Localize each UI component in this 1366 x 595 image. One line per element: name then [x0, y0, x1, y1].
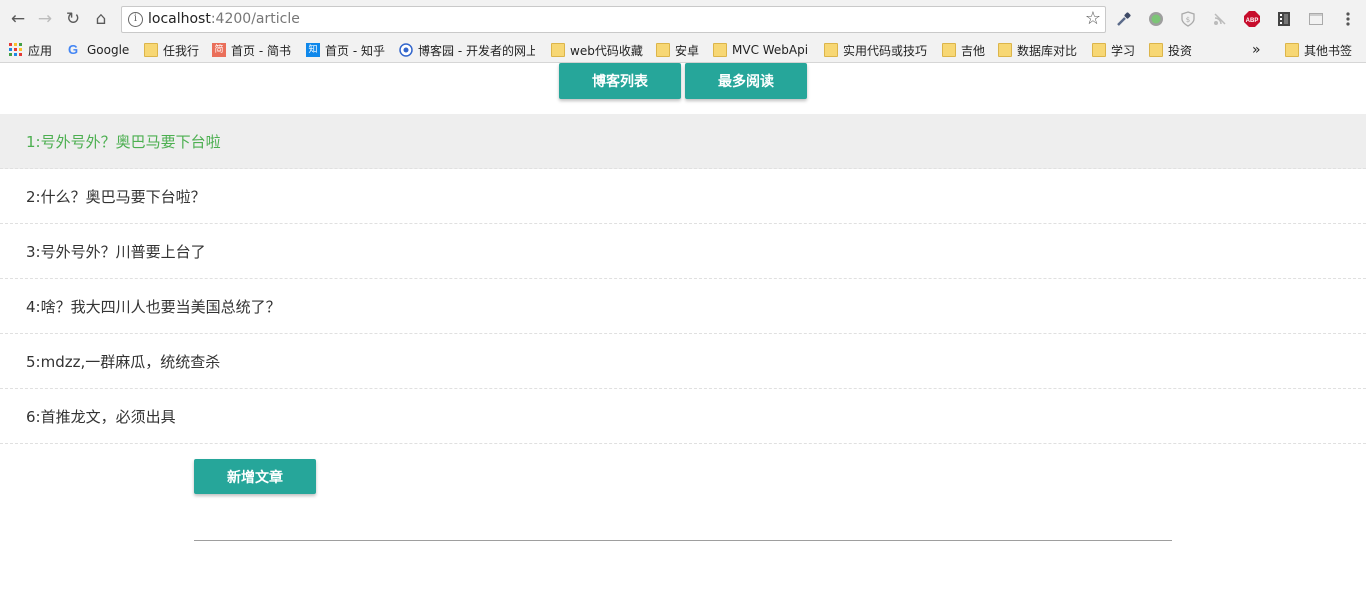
bookmark-label: 博客园 - 开发者的网上 [418, 43, 535, 58]
bookmark-label: 数据库对比 [1017, 43, 1078, 58]
bookmark-label: 学习 [1111, 43, 1136, 58]
most-read-button[interactable]: 最多阅读 [685, 63, 807, 99]
bookmark-label: MVC WebApi [732, 43, 809, 57]
folder-icon [1092, 43, 1106, 57]
bookmarks-overflow-icon[interactable]: » [1252, 40, 1261, 60]
jianshu-icon: 简 [212, 43, 226, 57]
article-list-item[interactable]: 5:mdzz,一群麻瓜，统统查杀 [0, 334, 1366, 389]
bookmark-folder[interactable]: 数据库对比 [998, 40, 1077, 60]
bookmark-label: web代码收藏 [570, 43, 643, 58]
info-icon[interactable]: i [128, 12, 143, 27]
film-strip-icon[interactable] [1275, 10, 1293, 28]
folder-icon [144, 43, 158, 57]
bookmark-label: 实用代码或技巧 [843, 43, 928, 58]
cnblogs-icon [399, 43, 413, 57]
back-icon[interactable]: ← [7, 8, 29, 30]
bookmark-google[interactable]: G Google [68, 40, 129, 60]
eyedropper-icon[interactable] [1115, 10, 1133, 28]
article-list-item[interactable]: 6:首推龙文，必须出具 [0, 389, 1366, 444]
bookmark-zhihu[interactable]: 知 首页 - 知乎 [306, 40, 385, 60]
browser-toolbar: ← → ↻ ⌂ i localhost:4200/article ☆ $ ABP [0, 0, 1366, 38]
bookmark-folder[interactable]: MVC WebApi [713, 40, 808, 60]
bookmark-folder[interactable]: 实用代码或技巧 [824, 40, 927, 60]
folder-icon [824, 43, 838, 57]
zhihu-icon: 知 [306, 43, 320, 57]
shield-icon[interactable]: $ [1179, 10, 1197, 28]
bookmark-folder[interactable]: 投资 [1149, 40, 1192, 60]
bookmark-apps[interactable]: 应用 [9, 40, 52, 60]
forward-icon[interactable]: → [34, 8, 56, 30]
bookmark-label: 首页 - 知乎 [325, 43, 385, 58]
abp-text: ABP [1246, 18, 1259, 24]
divider [194, 540, 1172, 541]
bookmark-folder[interactable]: web代码收藏 [551, 40, 643, 60]
article-list: 1:号外号外？奥巴马要下台啦 2:什么？奥巴马要下台啦？ 3:号外号外？川普要上… [0, 114, 1366, 444]
feed-icon[interactable] [1211, 10, 1229, 28]
article-list-item[interactable]: 4:啥？我大四川人也要当美国总统了？ [0, 279, 1366, 334]
home-icon[interactable]: ⌂ [90, 8, 112, 30]
bookmark-jianshu[interactable]: 简 首页 - 简书 [212, 40, 291, 60]
bookmark-label: 任我行 [163, 43, 200, 58]
blog-list-button[interactable]: 博客列表 [559, 63, 681, 99]
bookmark-label: Google [87, 43, 130, 57]
article-list-item[interactable]: 2:什么？奥巴马要下台啦？ [0, 169, 1366, 224]
folder-icon [713, 43, 727, 57]
menu-kebab-icon[interactable] [1339, 10, 1357, 28]
bookmark-folder[interactable]: 安卓 [656, 40, 699, 60]
google-icon: G [68, 42, 79, 57]
folder-icon [942, 43, 956, 57]
bookmark-label: 首页 - 简书 [231, 43, 291, 58]
reload-icon[interactable]: ↻ [62, 8, 84, 30]
article-list-item[interactable]: 3:号外号外？川普要上台了 [0, 224, 1366, 279]
bookmark-cnblogs[interactable]: 博客园 - 开发者的网上 [399, 40, 535, 60]
green-dot-extension-icon[interactable] [1147, 10, 1165, 28]
folder-icon [1149, 43, 1163, 57]
layout-icon[interactable] [1307, 10, 1325, 28]
article-list-item[interactable]: 1:号外号外？奥巴马要下台啦 [0, 114, 1366, 169]
other-bookmarks[interactable]: 其他书签 [1285, 40, 1352, 60]
bookmark-label: 应用 [28, 43, 53, 58]
bookmark-star-icon[interactable]: ☆ [1085, 8, 1101, 29]
address-url[interactable]: localhost:4200/article [148, 11, 300, 27]
bookmarks-bar: 应用 G Google 任我行 简 首页 - 简书 知 首页 - 知乎 博客园 … [0, 38, 1366, 63]
bookmark-label: 安卓 [675, 43, 700, 58]
address-bar[interactable]: i localhost:4200/article ☆ [121, 6, 1106, 33]
folder-icon [656, 43, 670, 57]
bookmark-folder[interactable]: 吉他 [942, 40, 985, 60]
bookmark-label: 其他书签 [1304, 43, 1353, 58]
bookmark-folder[interactable]: 学习 [1092, 40, 1135, 60]
svg-text:$: $ [1186, 16, 1190, 24]
adblock-plus-icon[interactable]: ABP [1243, 10, 1261, 28]
apps-grid-icon [9, 43, 23, 57]
folder-icon [551, 43, 565, 57]
bookmark-label: 吉他 [961, 43, 986, 58]
bookmark-label: 投资 [1168, 43, 1193, 58]
folder-icon [998, 43, 1012, 57]
add-article-button[interactable]: 新增文章 [194, 459, 316, 494]
folder-icon [1285, 43, 1299, 57]
bookmark-folder[interactable]: 任我行 [144, 40, 199, 60]
